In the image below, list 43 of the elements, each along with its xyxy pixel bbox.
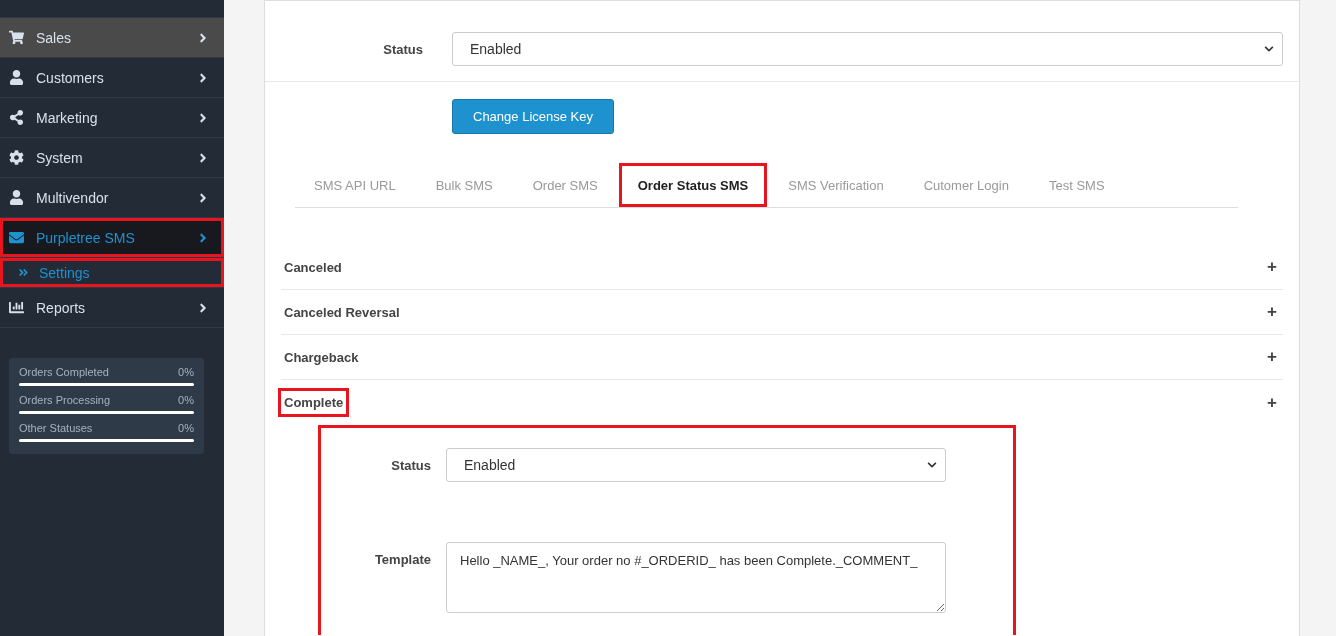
accordion-header[interactable]: Complete + [281,380,1283,425]
stat-value: 0% [178,394,194,406]
accordion-title[interactable]: Chargeback [278,342,365,372]
double-chevron-icon [18,267,29,278]
tab[interactable]: Order Status SMS [618,163,768,207]
sidebar-item[interactable]: System [0,138,224,178]
share-icon [9,110,24,125]
status-select[interactable]: Enabled [446,448,946,482]
accordion-title[interactable]: Canceled [278,252,348,282]
accordion-title[interactable]: Complete [278,388,350,417]
sidebar-item[interactable]: Reports [0,288,224,328]
field-label: Status [382,41,424,57]
sidebar-subitem[interactable]: Settings [0,258,224,288]
sidebar-item[interactable]: Purpletree SMS [0,218,224,258]
accordion-header[interactable]: Canceled Reversal + [281,290,1283,335]
user-icon [9,190,24,205]
expand-toggle[interactable]: + [1267,302,1277,322]
envelope-icon [9,230,24,245]
template-textarea[interactable]: Hello _NAME_, Your order no #_ORDERID_ has been Complete._COMMENT_ [446,542,946,613]
sidebar-item[interactable]: Sales [0,18,224,58]
sidebar-item[interactable]: Marketing [0,98,224,138]
change-license-key-button[interactable]: Change License Key [452,99,614,134]
stat-label: Other Statuses [19,422,93,434]
field-label: Status [390,457,432,473]
cart-icon [9,30,24,45]
chevron-down-icon [1264,44,1274,54]
expand-toggle[interactable]: + [1267,257,1277,277]
stat-label: Orders Processing [19,394,111,406]
chevron-down-icon [927,460,937,470]
accordion-header[interactable]: Canceled + [281,245,1283,290]
sidebar-item[interactable]: Customers [0,58,224,98]
stat-label: Orders Completed [19,366,109,378]
status-select[interactable]: Enabled [452,32,1283,66]
accordion-title[interactable]: Canceled Reversal [278,297,406,327]
bar-chart-icon [9,300,24,315]
accordion-header[interactable]: Chargeback + [281,335,1283,380]
expand-toggle[interactable]: + [1267,392,1277,413]
field-label: Template [373,551,432,567]
settings-icon [9,150,24,165]
user-icon [9,70,24,85]
expand-toggle[interactable]: + [1267,347,1277,367]
stat-value: 0% [178,366,194,378]
stat-value: 0% [178,422,194,434]
